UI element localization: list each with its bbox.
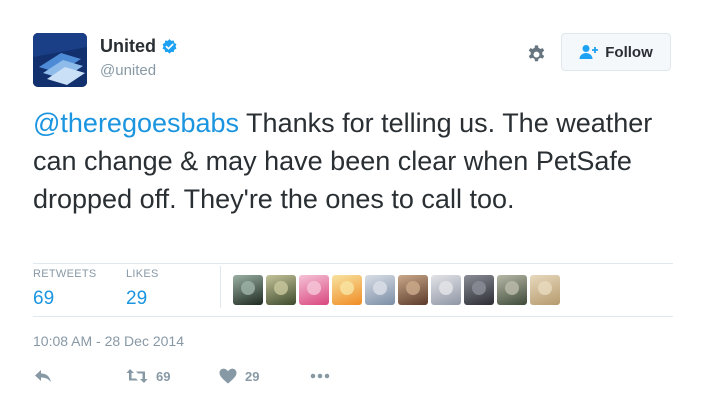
account-name[interactable]: United: [100, 36, 156, 57]
gear-icon[interactable]: [526, 43, 547, 64]
account-info: United @united: [100, 36, 178, 79]
liker-avatar[interactable]: [398, 275, 428, 305]
likes-stat[interactable]: LIKES 29: [126, 268, 159, 310]
retweets-label: RETWEETS: [33, 268, 97, 280]
liker-face: [274, 281, 288, 295]
account-handle[interactable]: @united: [100, 62, 178, 79]
united-logo-icon: [33, 33, 87, 87]
stats-separator: [220, 266, 221, 308]
liker-face: [373, 281, 387, 295]
divider: [33, 316, 673, 317]
verified-badge-icon: [162, 39, 177, 54]
likes-label: LIKES: [126, 268, 159, 280]
liker-avatar[interactable]: [431, 275, 461, 305]
tweet-timestamp[interactable]: 10:08 AM - 28 Dec 2014: [33, 333, 184, 349]
follow-button[interactable]: Follow: [561, 33, 671, 71]
add-user-icon: [579, 45, 599, 59]
reply-button[interactable]: [33, 368, 53, 384]
retweet-icon: [126, 369, 148, 383]
liker-avatar[interactable]: [233, 275, 263, 305]
liker-face: [538, 281, 552, 295]
tweet-text: @theregoesbabs Thanks for telling us. Th…: [33, 104, 683, 218]
liker-avatar[interactable]: [464, 275, 494, 305]
like-button[interactable]: 29: [219, 368, 259, 384]
liker-avatar[interactable]: [365, 275, 395, 305]
liker-face: [472, 281, 486, 295]
retweet-button[interactable]: 69: [126, 368, 170, 384]
liker-face: [505, 281, 519, 295]
mention-link[interactable]: @theregoesbabs: [33, 108, 239, 138]
liker-avatar[interactable]: [530, 275, 560, 305]
retweets-stat[interactable]: RETWEETS 69: [33, 268, 97, 310]
reply-icon: [35, 370, 51, 382]
avatar[interactable]: [33, 33, 87, 87]
liker-face: [406, 281, 420, 295]
likes-value: 29: [126, 288, 148, 309]
heart-icon: [219, 368, 237, 384]
liker-avatar[interactable]: [266, 275, 296, 305]
likers-list: [233, 275, 560, 305]
like-count: 29: [245, 368, 260, 384]
liker-face: [340, 281, 354, 295]
liker-avatar[interactable]: [299, 275, 329, 305]
more-button[interactable]: [309, 368, 331, 384]
retweets-value: 69: [33, 288, 55, 309]
retweet-count: 69: [156, 368, 171, 384]
follow-label: Follow: [605, 43, 653, 61]
liker-face: [307, 281, 321, 295]
liker-avatar[interactable]: [497, 275, 527, 305]
liker-face: [439, 281, 453, 295]
liker-avatar[interactable]: [332, 275, 362, 305]
liker-face: [241, 281, 255, 295]
more-dots-icon: [310, 373, 330, 379]
divider: [33, 263, 673, 264]
